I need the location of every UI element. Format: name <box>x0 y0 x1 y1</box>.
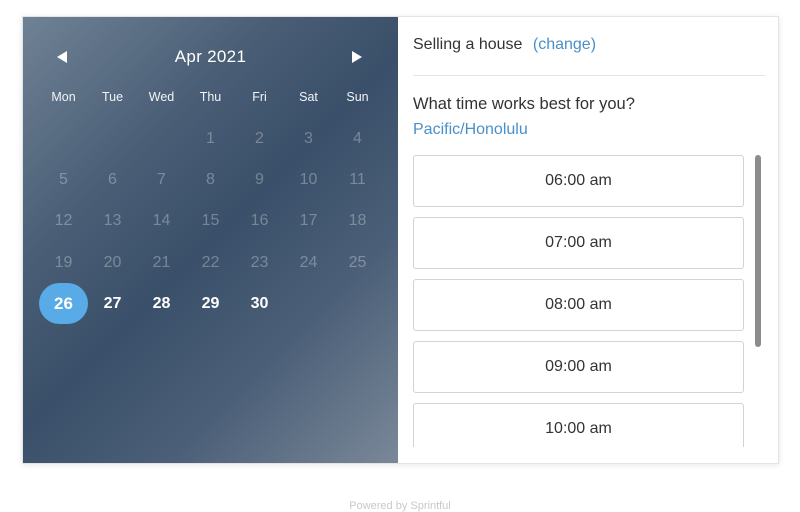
time-slot-button[interactable]: 09:00 am <box>413 341 744 393</box>
day-cell: 12 <box>39 201 88 242</box>
event-row: Selling a house (change) <box>413 36 596 54</box>
day-cell: 4 <box>333 118 382 159</box>
divider <box>413 75 765 76</box>
day-cell-empty <box>137 118 186 159</box>
day-cell: 20 <box>88 242 137 283</box>
day-cell: 11 <box>333 159 382 200</box>
day-number: 28 <box>152 294 171 312</box>
day-number: 4 <box>353 129 362 147</box>
day-cell-empty <box>88 118 137 159</box>
day-cell-empty <box>39 118 88 159</box>
day-cell: 16 <box>235 201 284 242</box>
day-number: 10 <box>299 170 318 188</box>
day-number: 5 <box>59 170 68 188</box>
day-cell: 24 <box>284 242 333 283</box>
next-month-button[interactable] <box>346 46 368 68</box>
day-number: 26 <box>39 283 88 325</box>
scheduling-widget: Apr 2021 Mon Tue Wed Thu Fri Sat Sun 123456789… <box>22 16 779 464</box>
day-number: 9 <box>255 170 264 188</box>
triangle-left-icon <box>57 51 67 63</box>
day-cell: 15 <box>186 201 235 242</box>
day-number: 23 <box>250 253 269 271</box>
day-number: 29 <box>201 294 220 312</box>
weekday-label: Sat <box>299 90 318 104</box>
day-cell: 1 <box>186 118 235 159</box>
day-cell: 9 <box>235 159 284 200</box>
day-number: 27 <box>103 294 122 312</box>
change-event-link[interactable]: (change) <box>533 36 596 53</box>
day-number: 24 <box>299 253 318 271</box>
day-cell: 22 <box>186 242 235 283</box>
day-number: 6 <box>108 170 117 188</box>
day-cell: 17 <box>284 201 333 242</box>
day-cell: 19 <box>39 242 88 283</box>
weekday-label: Mon <box>51 90 76 104</box>
day-cell: 3 <box>284 118 333 159</box>
month-title: Apr 2021 <box>174 47 247 66</box>
day-cell[interactable]: 30 <box>235 283 284 324</box>
time-slot-list: 06:00 am 07:00 am 08:00 am 09:00 am 10:00 am <box>413 155 745 447</box>
day-number: 13 <box>103 212 122 230</box>
day-cell[interactable]: 27 <box>88 283 137 324</box>
day-cell: 8 <box>186 159 235 200</box>
day-number: 11 <box>349 170 366 188</box>
day-cell: 2 <box>235 118 284 159</box>
event-name: Selling a house <box>413 36 523 53</box>
day-cell[interactable]: 29 <box>186 283 235 324</box>
day-number: 2 <box>255 129 264 147</box>
day-number: 3 <box>304 129 313 147</box>
day-cell: 18 <box>333 201 382 242</box>
weekday-label: Thu <box>199 90 222 104</box>
day-number: 15 <box>201 212 220 230</box>
day-number: 19 <box>54 253 73 271</box>
time-slot-button[interactable]: 07:00 am <box>413 217 744 269</box>
day-cell: 13 <box>88 201 137 242</box>
time-slot-button[interactable]: 06:00 am <box>413 155 744 207</box>
calendar-header: Apr 2021 <box>23 44 398 70</box>
day-number: 8 <box>206 170 215 188</box>
time-prompt: What time works best for you? <box>413 95 635 113</box>
weekday-label: Fri <box>252 90 267 104</box>
day-number: 21 <box>152 253 171 271</box>
day-number: 7 <box>157 170 166 188</box>
day-cell: 21 <box>137 242 186 283</box>
time-slot-button[interactable]: 10:00 am <box>413 403 744 447</box>
prev-month-button[interactable] <box>51 46 73 68</box>
day-number: 22 <box>201 253 220 271</box>
day-number: 14 <box>152 212 171 230</box>
day-cell: 7 <box>137 159 186 200</box>
day-cell: 14 <box>137 201 186 242</box>
day-number: 16 <box>250 212 269 230</box>
day-grid: 1 2 3 4 5 6 7 8 9 10 11 12 13 14 15 16 17 18 19 20 21 22 23 24 2… <box>39 118 382 325</box>
day-cell: 5 <box>39 159 88 200</box>
day-cell-selected[interactable]: 26 <box>39 283 88 325</box>
day-cell: 6 <box>88 159 137 200</box>
day-number: 12 <box>54 212 73 230</box>
day-cell: 25 <box>333 242 382 283</box>
weekday-header: Mon Tue Wed Thu Fri Sat Sun <box>39 89 382 105</box>
triangle-right-icon <box>352 51 362 63</box>
calendar-panel: Apr 2021 Mon Tue Wed Thu Fri Sat Sun 123456789… <box>23 17 398 463</box>
day-number: 17 <box>299 212 318 230</box>
day-number: 30 <box>250 294 269 312</box>
timezone-link[interactable]: Pacific/Honolulu <box>413 121 528 139</box>
day-cell[interactable]: 28 <box>137 283 186 324</box>
weekday-label: Sun <box>346 90 369 104</box>
time-slot-button[interactable]: 08:00 am <box>413 279 744 331</box>
scrollbar[interactable] <box>755 155 761 347</box>
weekday-label: Tue <box>101 90 124 104</box>
day-number: 18 <box>348 212 367 230</box>
day-cell: 10 <box>284 159 333 200</box>
day-number: 1 <box>206 129 215 147</box>
footer-credit[interactable]: Powered by Sprintful <box>0 500 800 512</box>
day-number: 20 <box>103 253 122 271</box>
weekday-label: Wed <box>148 90 175 104</box>
time-panel: Selling a house (change) What time works… <box>398 17 778 463</box>
day-number: 25 <box>348 253 367 271</box>
day-cell: 23 <box>235 242 284 283</box>
